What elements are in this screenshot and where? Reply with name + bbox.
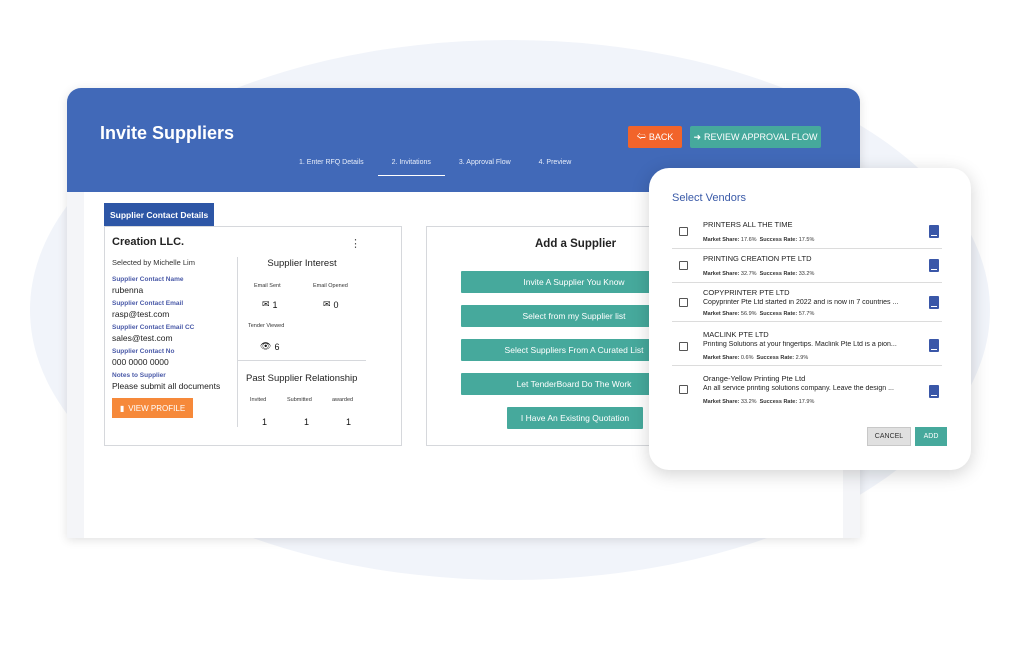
past-relationship-title: Past Supplier Relationship: [246, 373, 358, 384]
email-opened-label: Email Opened: [313, 283, 348, 289]
document-icon[interactable]: [929, 296, 939, 309]
existing-quotation-button[interactable]: I Have An Existing Quotation: [507, 407, 643, 429]
contact-email-cc-label: Supplier Contact Email CC: [112, 324, 195, 331]
eye-icon: 👁: [260, 341, 272, 351]
contact-no-label: Supplier Contact No: [112, 348, 175, 355]
selected-by: Selected by Michelle Lim: [112, 258, 195, 267]
email-opened-value: 0: [333, 299, 339, 310]
vendor-checkbox[interactable]: [679, 227, 688, 236]
step-preview[interactable]: 4. Preview: [525, 156, 586, 176]
vendor-row[interactable]: PRINTERS ALL THE TIME Market Share: 17.6…: [672, 215, 942, 249]
document-icon[interactable]: [929, 339, 939, 352]
bookmark-icon: ▮: [119, 403, 125, 413]
document-icon[interactable]: [929, 259, 939, 272]
vendor-checkbox[interactable]: [679, 261, 688, 270]
modal-title: Select Vendors: [672, 192, 746, 204]
notes-label: Notes to Supplier: [112, 372, 166, 379]
notes-value: Please submit all documents: [112, 381, 221, 391]
view-profile-button[interactable]: ▮ VIEW PROFILE: [112, 398, 193, 418]
awarded-value: 1: [346, 417, 352, 427]
contact-email-cc-value: sales@test.com: [112, 333, 173, 343]
vendor-row[interactable]: Orange-Yellow Printing Pte Ltd An all se…: [672, 369, 942, 411]
divider-horizontal: [238, 360, 366, 361]
vendor-name: Orange-Yellow Printing Pte Ltd: [703, 374, 806, 383]
step-approval-flow[interactable]: 3. Approval Flow: [445, 156, 525, 176]
vendor-meta: Market Share: 56.9% Success Rate: 57.7%: [703, 311, 815, 317]
contact-name-value: rubenna: [112, 285, 144, 295]
envelope-icon: ✉: [262, 299, 270, 309]
company-name: Creation LLC.: [112, 236, 185, 248]
review-approval-flow-button[interactable]: ➜ REVIEW APPROVAL FLOW: [690, 126, 821, 148]
vendor-meta: Market Share: 33.2% Success Rate: 17.9%: [703, 399, 815, 405]
envelope-open-icon: ✉: [323, 299, 331, 309]
document-icon[interactable]: [929, 225, 939, 238]
vendor-name: MACLINK PTE LTD: [703, 330, 769, 339]
vendor-description: Copyprinter Pte Ltd started in 2022 and …: [703, 299, 899, 306]
review-button-label: REVIEW APPROVAL FLOW: [704, 132, 818, 142]
select-vendors-modal: Select Vendors PRINTERS ALL THE TIME Mar…: [649, 168, 971, 470]
invited-header: Invited: [250, 397, 267, 403]
view-profile-label: VIEW PROFILE: [128, 403, 186, 413]
back-button-label: BACK: [648, 132, 674, 142]
supplier-contact-card: Creation LLC. ⋮ Selected by Michelle Lim…: [104, 226, 402, 446]
vendor-name: COPYPRINTER PTE LTD: [703, 288, 790, 297]
vendor-row[interactable]: COPYPRINTER PTE LTD Copyprinter Pte Ltd …: [672, 283, 942, 322]
divider-vertical: [237, 257, 238, 427]
vendor-meta: Market Share: 32.7% Success Rate: 33.2%: [703, 271, 815, 277]
supplier-interest-title: Supplier Interest: [267, 258, 337, 269]
more-options-icon[interactable]: ⋮: [350, 237, 361, 250]
add-button[interactable]: ADD: [915, 427, 947, 446]
vendor-checkbox[interactable]: [679, 342, 688, 351]
contact-no-value: 000 0000 0000: [112, 357, 169, 367]
email-sent-value: 1: [272, 299, 278, 310]
step-tabs: 1. Enter RFQ Details 2. Invitations 3. A…: [285, 156, 585, 176]
vendor-description: An all service printing solutions compan…: [703, 385, 894, 392]
contact-name-label: Supplier Contact Name: [112, 276, 184, 283]
vendor-checkbox[interactable]: [679, 298, 688, 307]
awarded-header: awarded: [332, 397, 354, 403]
cancel-button[interactable]: CANCEL: [867, 427, 911, 446]
email-opened-stat: ✉ 0: [323, 299, 339, 310]
invited-value: 1: [262, 417, 268, 427]
submitted-value: 1: [304, 417, 310, 427]
left-gutter: [67, 192, 84, 538]
arrow-left-icon: 🢨: [636, 131, 646, 141]
vendor-meta: Market Share: 17.6% Success Rate: 17.5%: [703, 237, 815, 243]
vendor-name: PRINTERS ALL THE TIME: [703, 220, 793, 229]
tender-viewed-value: 6: [274, 341, 280, 352]
tender-viewed-stat: 👁 6: [260, 341, 279, 352]
step-enter-rfq[interactable]: 1. Enter RFQ Details: [285, 156, 378, 176]
email-sent-stat: ✉ 1: [262, 299, 278, 310]
vendor-name: PRINTING CREATION PTE LTD: [703, 254, 812, 263]
vendor-description: Printing Solutions at your fingertips. M…: [703, 341, 897, 348]
tender-viewed-label: Tender Viewed: [248, 323, 285, 329]
email-sent-label: Email Sent: [254, 283, 281, 289]
document-icon[interactable]: [929, 385, 939, 398]
vendor-checkbox[interactable]: [679, 385, 688, 394]
submitted-header: Submitted: [287, 397, 312, 403]
page-title: Invite Suppliers: [100, 123, 235, 143]
arrow-right-icon: ➜: [693, 131, 701, 142]
back-button[interactable]: 🢨 BACK: [628, 126, 682, 148]
contact-email-label: Supplier Contact Email: [112, 300, 184, 307]
vendor-row[interactable]: PRINTING CREATION PTE LTD Market Share: …: [672, 249, 942, 283]
add-supplier-title: Add a Supplier: [535, 238, 617, 250]
vendor-meta: Market Share: 0.6% Success Rate: 2.9%: [703, 355, 809, 361]
supplier-contact-tab[interactable]: Supplier Contact Details: [104, 203, 215, 227]
contact-email-value: rasp@test.com: [112, 309, 170, 319]
vendor-row[interactable]: MACLINK PTE LTD Printing Solutions at yo…: [672, 325, 942, 366]
step-invitations[interactable]: 2. Invitations: [377, 156, 445, 176]
